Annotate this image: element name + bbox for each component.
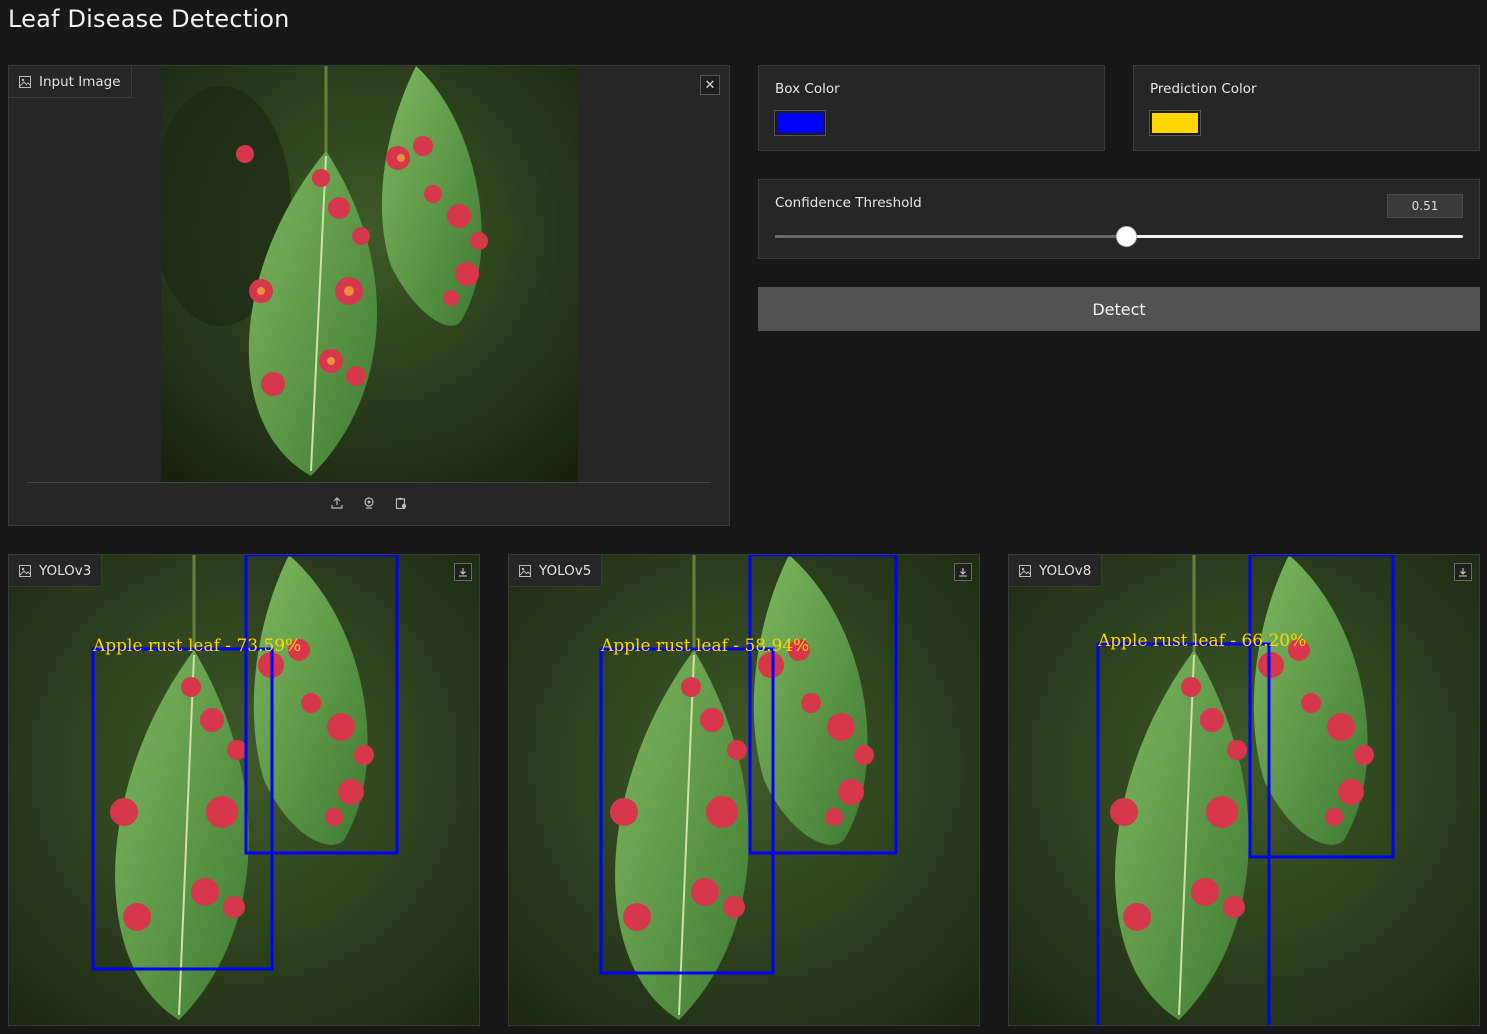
yolov8-tag: YOLOv8 [1009, 555, 1103, 587]
prediction-label: Apple rust leaf - 66.20% [1097, 631, 1306, 651]
slider-track-fill [775, 235, 1126, 238]
threshold-value-input[interactable]: 0.51 [1387, 194, 1463, 218]
box-color-picker: Box Color [758, 65, 1105, 151]
download-icon[interactable] [954, 563, 972, 581]
divider [27, 482, 711, 483]
yolov5-tag: YOLOv5 [509, 555, 603, 587]
prediction-color-swatch[interactable] [1149, 110, 1201, 136]
input-image-tag: Input Image [9, 66, 132, 98]
confidence-threshold-label: Confidence Threshold [775, 195, 922, 211]
clipboard-icon[interactable] [394, 496, 408, 510]
yolov3-result-image: Apple rust leaf - 73.59% [9, 555, 479, 1025]
upload-icon[interactable] [330, 496, 344, 510]
image-icon [519, 564, 531, 577]
yolov8-result-image: Apple rust leaf - 66.20% [1009, 555, 1479, 1025]
yolov8-label: YOLOv8 [1039, 562, 1092, 579]
webcam-icon[interactable] [362, 496, 376, 510]
download-icon[interactable] [1454, 563, 1472, 581]
yolov5-label: YOLOv5 [539, 562, 592, 579]
input-image-panel[interactable]: Input Image ✕ [8, 65, 730, 526]
input-image-label: Input Image [39, 73, 121, 90]
yolov3-label: YOLOv3 [39, 562, 92, 579]
box-color-label: Box Color [775, 81, 840, 97]
prediction-label: Apple rust leaf - 58.94% [600, 636, 809, 656]
slider-track[interactable] [775, 226, 1463, 247]
yolov3-output-panel: YOLOv3 Apple rust leaf - 73.59% [8, 554, 480, 1026]
download-icon[interactable] [454, 563, 472, 581]
detect-button[interactable]: Detect [758, 287, 1480, 331]
yolov8-output-panel: YOLOv8 Apple rust leaf - 66.20% [1008, 554, 1480, 1026]
yolov5-result-image: Apple rust leaf - 58.94% [509, 555, 979, 1025]
close-icon[interactable]: ✕ [700, 75, 720, 95]
page-title: Leaf Disease Detection [8, 5, 290, 33]
image-icon [19, 75, 31, 88]
image-icon [1019, 564, 1031, 577]
prediction-label: Apple rust leaf - 73.59% [92, 636, 301, 656]
input-toolbar [9, 496, 729, 510]
prediction-color-picker: Prediction Color [1133, 65, 1480, 151]
box-color-swatch[interactable] [774, 110, 826, 136]
input-leaf-image [161, 66, 578, 482]
image-icon [19, 564, 31, 577]
slider-thumb[interactable] [1115, 226, 1137, 247]
yolov5-output-panel: YOLOv5 Apple rust leaf - 58.94% [508, 554, 980, 1026]
yolov3-tag: YOLOv3 [9, 555, 103, 587]
confidence-threshold-slider: Confidence Threshold 0.51 [758, 179, 1480, 259]
prediction-color-label: Prediction Color [1150, 81, 1257, 97]
